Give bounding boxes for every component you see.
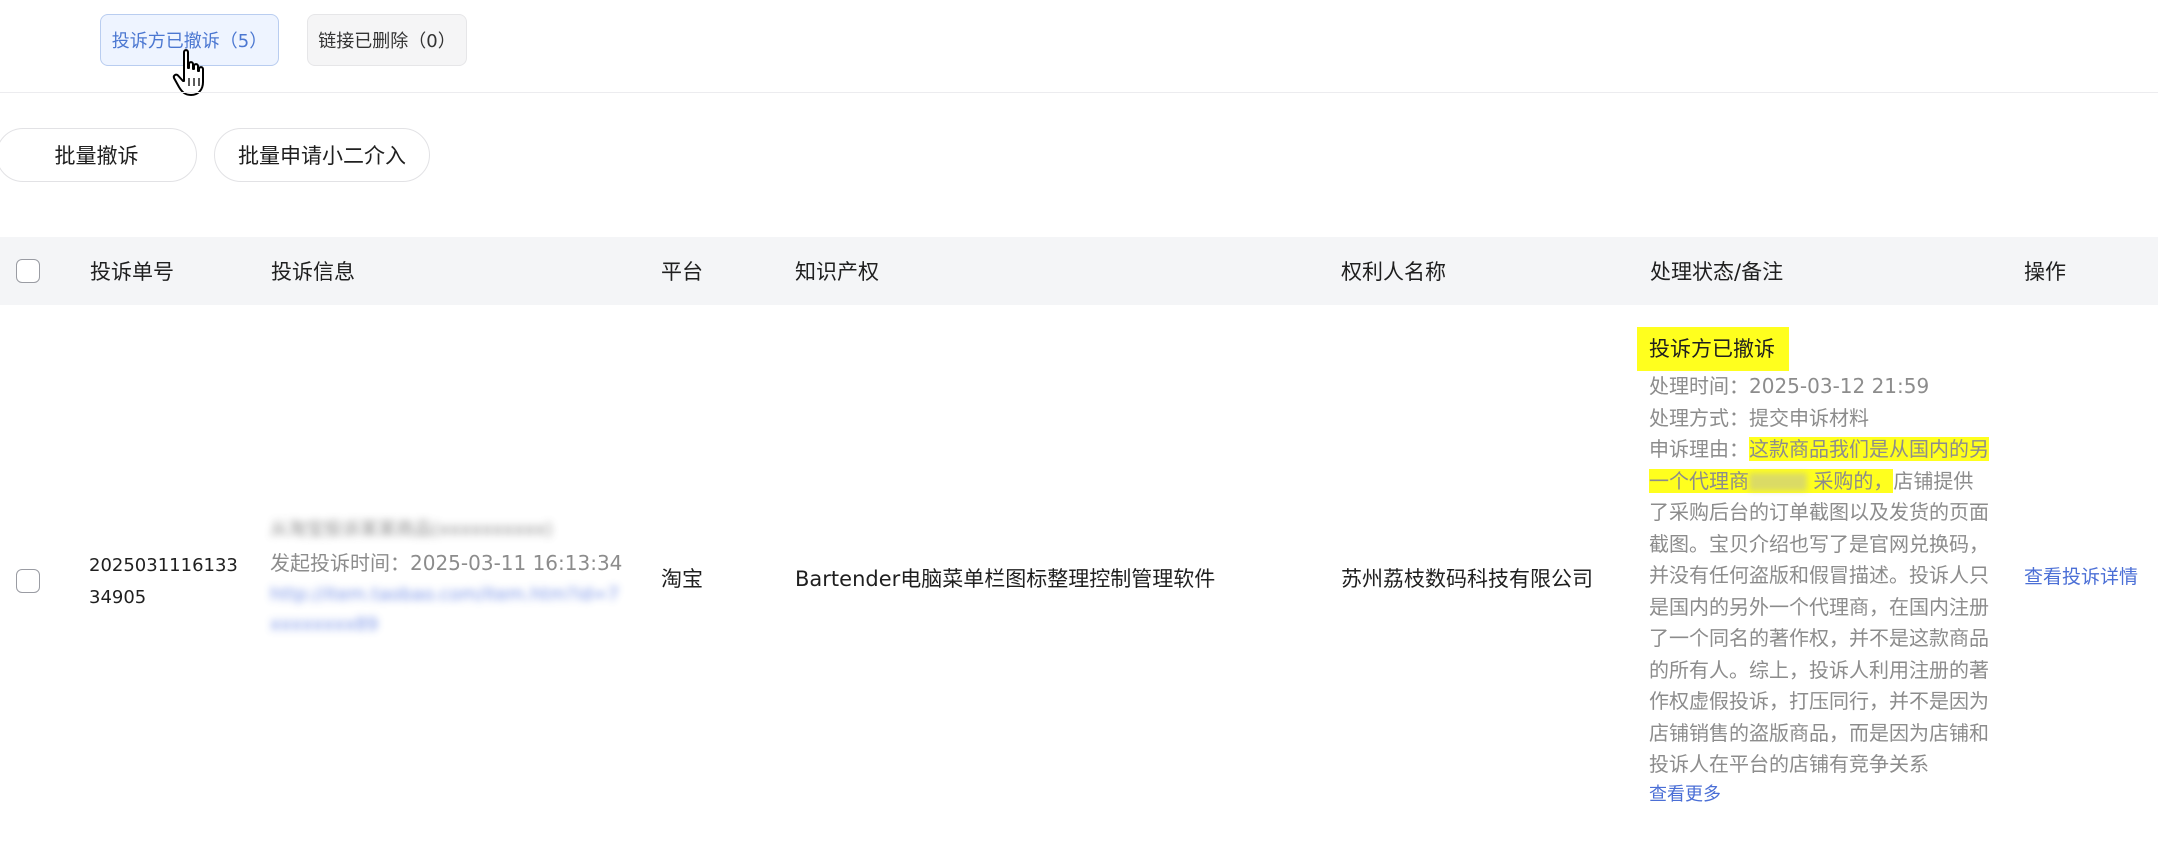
row-checkbox[interactable] (16, 569, 40, 593)
complaint-info: 从淘宝投诉某某商品(xxxxxxxxxx) 发起投诉时间：2025-03-11 … (270, 514, 630, 640)
owner-cell: 苏州荔枝数码科技有限公司 (1341, 567, 1593, 591)
header-info: 投诉信息 (271, 260, 355, 284)
platform-cell: 淘宝 (661, 567, 703, 591)
redacted-vendor-name (1749, 473, 1807, 491)
appeal-reason-highlight-2: 采购的， (1813, 468, 1894, 493)
ip-cell: Bartender电脑菜单栏图标整理控制管理软件 (795, 567, 1216, 591)
complaint-link-blurred[interactable]: http://item.taobao.com/item.htm?id=7xxxx… (270, 580, 620, 640)
header-order-no: 投诉单号 (90, 260, 174, 284)
status-cell: 投诉方已撤诉 处理时间：2025-03-12 21:59 处理方式：提交申诉材料… (1637, 327, 1997, 809)
complaint-time: 发起投诉时间：2025-03-11 16:13:34 (270, 551, 623, 575)
appeal-reason-label: 申诉理由： (1649, 437, 1749, 461)
header-owner: 权利人名称 (1341, 260, 1446, 284)
process-time: 处理时间：2025-03-12 21:59 (1649, 374, 1930, 398)
select-all-checkbox[interactable] (16, 259, 40, 283)
table-header: 投诉单号 投诉信息 平台 知识产权 权利人名称 处理状态/备注 操作 (0, 237, 2158, 305)
filter-deleted-tab[interactable]: 链接已删除（0） (307, 14, 467, 66)
view-complaint-detail-link[interactable]: 查看投诉详情 (2024, 562, 2138, 589)
appeal-reason: 申诉理由：这款商品我们是从国内的另一个代理商 采购的，店铺提供了采购后台的订单截… (1637, 434, 1989, 781)
top-divider (0, 92, 2158, 93)
order-number: 202503111613334905 (89, 555, 238, 608)
see-more-link[interactable]: 查看更多 (1637, 781, 1997, 809)
header-operation: 操作 (2024, 260, 2066, 284)
header-ip: 知识产权 (795, 260, 879, 284)
process-method: 处理方式：提交申诉材料 (1649, 405, 1869, 430)
header-status: 处理状态/备注 (1650, 260, 1784, 284)
complaint-summary-blurred: 从淘宝投诉某某商品(xxxxxxxxxx) (270, 519, 553, 540)
status-title: 投诉方已撤诉 (1637, 327, 1789, 371)
appeal-reason-rest: 店铺提供了采购后台的订单截图以及发货的页面截图。宝贝介绍也写了是官网兑换码，并没… (1649, 468, 1989, 777)
header-platform: 平台 (661, 260, 703, 284)
batch-withdraw-button[interactable]: 批量撤诉 (0, 128, 197, 182)
hand-pointer-icon (172, 49, 204, 96)
batch-intervene-button[interactable]: 批量申请小二介入 (214, 128, 430, 182)
